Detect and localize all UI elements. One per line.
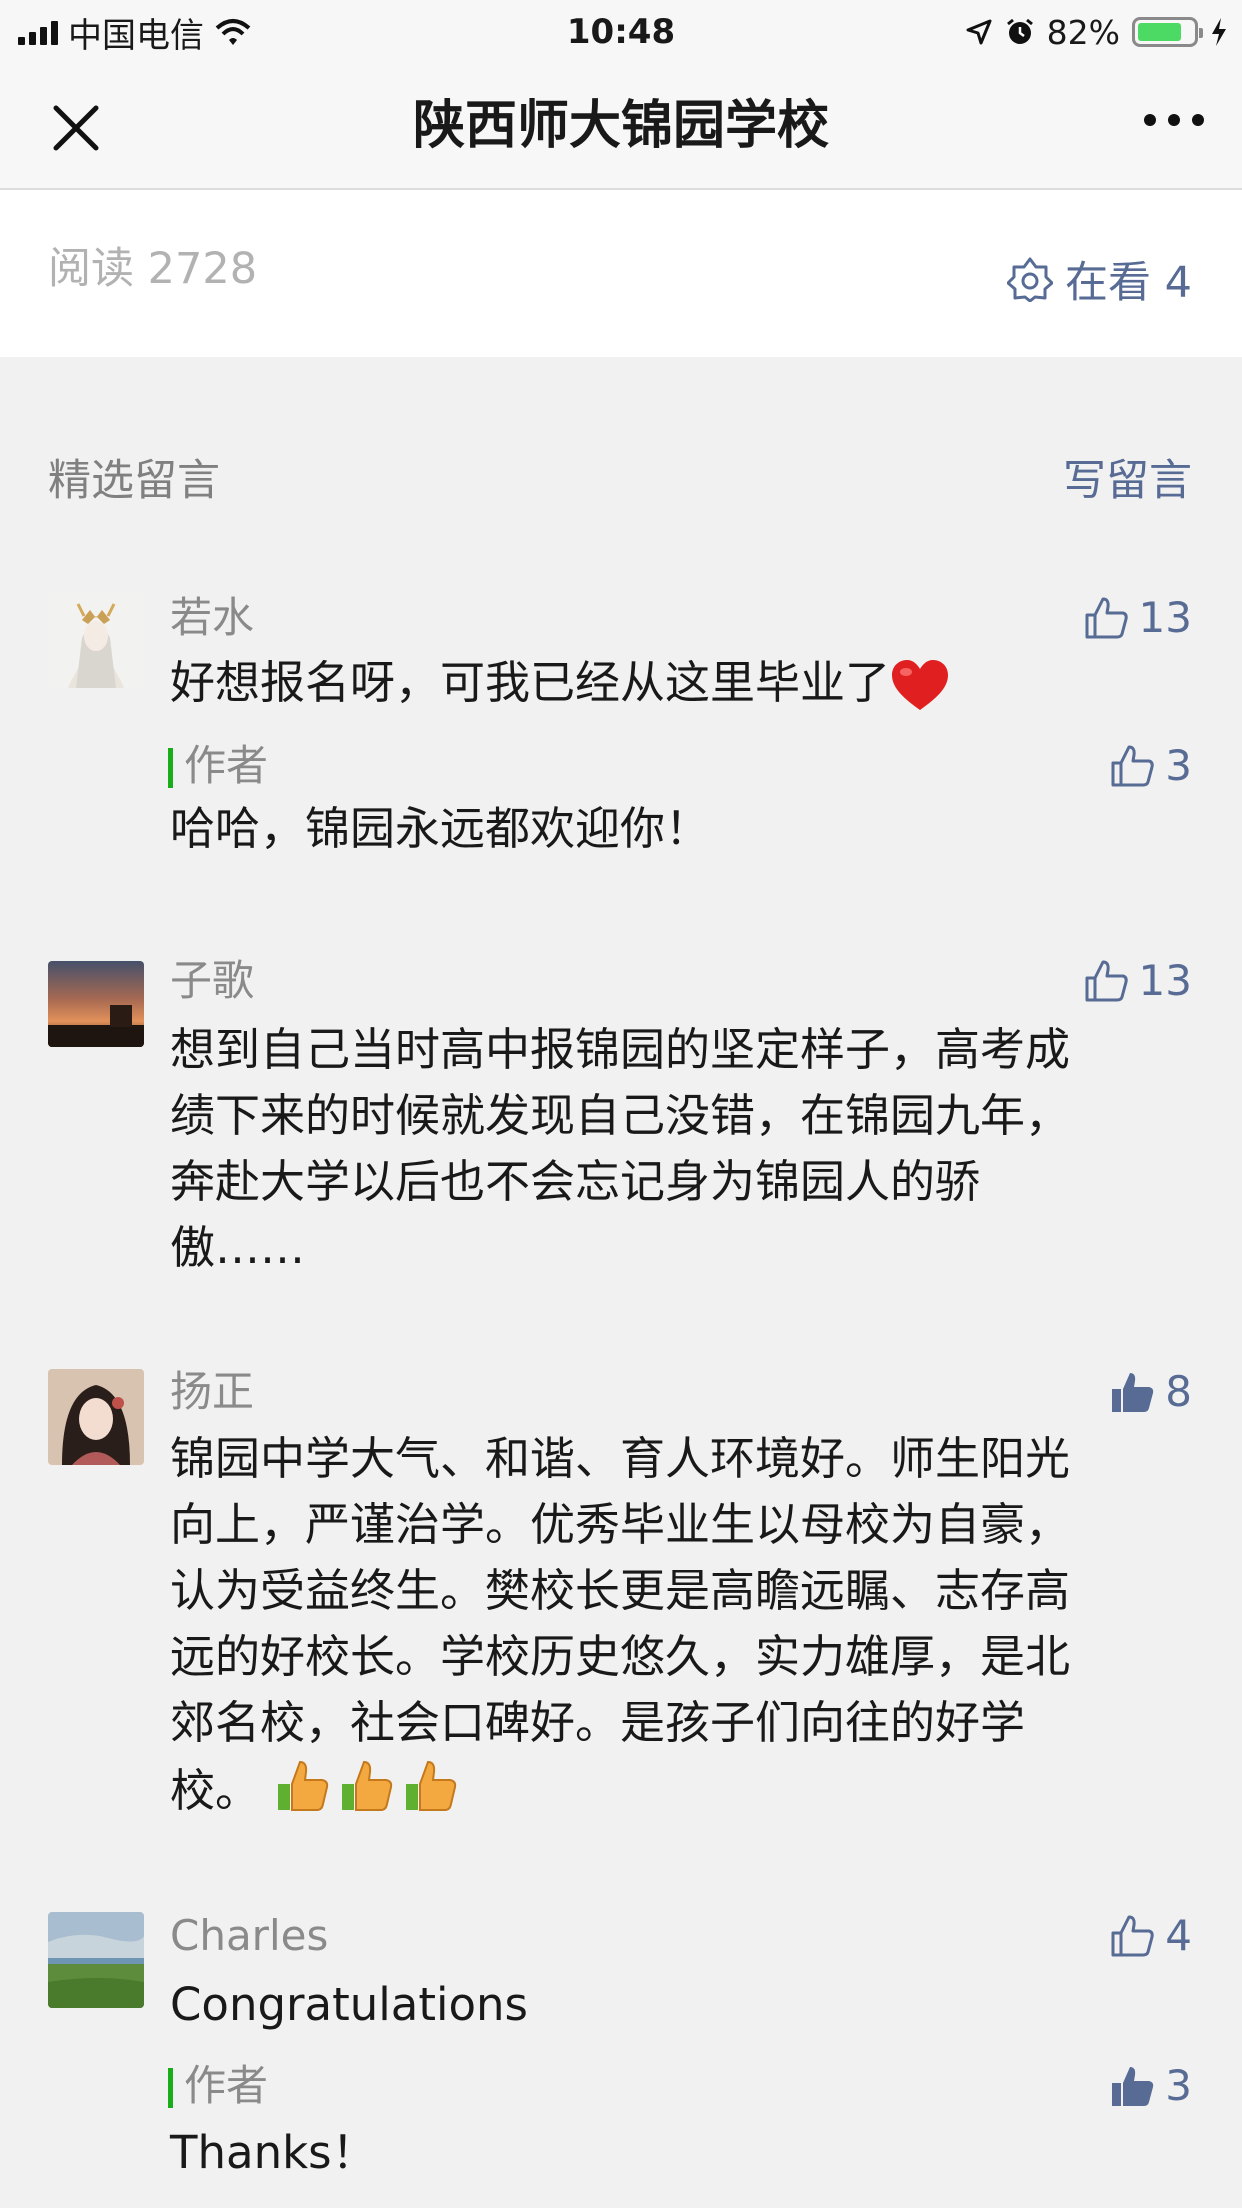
thumbs-up-filled-icon [1112, 2067, 1154, 2106]
battery-percent: 82% [1046, 12, 1120, 52]
author-reply-text: Thanks！ [170, 2126, 377, 2179]
watching-button[interactable]: 在看 4 [1006, 248, 1192, 310]
battery-icon [1132, 17, 1203, 47]
author-reply-label: 作者 [168, 738, 268, 794]
comment-text: Congratulations [170, 1978, 529, 2031]
like-button[interactable]: 4 [1109, 1908, 1192, 1964]
like-count: 8 [1165, 1367, 1192, 1416]
avatar [48, 961, 144, 1047]
like-count: 13 [1138, 956, 1192, 1005]
like-count: 13 [1138, 593, 1192, 642]
thumbs-up-emoji-icon [274, 1756, 332, 1832]
article-stats-bar: 阅读 2728 在看 4 [0, 190, 1242, 357]
nav-bar: 陕西师大锦园学校 [0, 64, 1242, 190]
featured-comments-title: 精选留言 [48, 456, 220, 506]
alarm-icon [1006, 18, 1033, 44]
charging-icon [1212, 18, 1226, 46]
thumbs-up-icon [1085, 597, 1128, 639]
like-count: 3 [1165, 2061, 1192, 2110]
last-line: 校。 [170, 1756, 1190, 1832]
commenter-name: Charles [170, 1911, 329, 1960]
thumbs-up-filled-icon [1112, 1373, 1154, 1412]
author-reply-text: 哈哈，锦园永远都欢迎你！ [170, 802, 711, 855]
like-button[interactable]: 8 [1109, 1364, 1192, 1420]
avatar [48, 1912, 144, 2008]
more-options-icon[interactable] [1144, 114, 1204, 126]
thumbs-up-emoji-icon [338, 1756, 396, 1832]
commenter-name: 若水 [170, 593, 255, 642]
watching-star-icon [1006, 257, 1053, 302]
read-count: 阅读 2728 [48, 244, 258, 294]
thumbs-up-emoji-icon [402, 1756, 460, 1832]
like-count: 4 [1165, 1911, 1192, 1960]
commenter-name: 扬正 [170, 1367, 255, 1416]
comment-text: 锦园中学大气、和谐、育人环境好。师生阳光 向上，严谨治学。优秀毕业生以母校为自豪… [170, 1426, 1190, 1832]
reply-like-button[interactable]: 3 [1109, 2058, 1192, 2114]
like-count: 3 [1165, 741, 1192, 790]
write-comment-link[interactable]: 写留言 [1063, 446, 1192, 508]
thumbs-up-icon [1111, 1915, 1154, 1957]
comment-text: 想到自己当时高中报锦园的坚定样子，高考成 绩下来的时候就发现自己没错，在锦园九年… [170, 1023, 1071, 1274]
status-bar: 中国电信 10:48 82% [0, 0, 1242, 64]
commenter-name: 子歌 [170, 956, 255, 1005]
location-arrow-icon [966, 19, 992, 45]
like-button[interactable]: 13 [1083, 590, 1192, 646]
thumbs-up-icon [1085, 960, 1128, 1002]
like-button[interactable]: 13 [1083, 953, 1192, 1009]
author-reply-label: 作者 [168, 2058, 268, 2114]
page-title: 陕西师大锦园学校 [412, 96, 829, 156]
comment-text: 好想报名呀，可我已经从这里毕业了 [170, 650, 1190, 716]
watching-count: 在看 4 [1064, 258, 1192, 308]
avatar [48, 592, 144, 688]
status-right: 82% [965, 10, 1228, 54]
avatar [48, 1369, 144, 1465]
thumbs-up-icon [1111, 745, 1154, 787]
reply-like-button[interactable]: 3 [1109, 738, 1192, 794]
heart-emoji-icon [892, 660, 949, 710]
